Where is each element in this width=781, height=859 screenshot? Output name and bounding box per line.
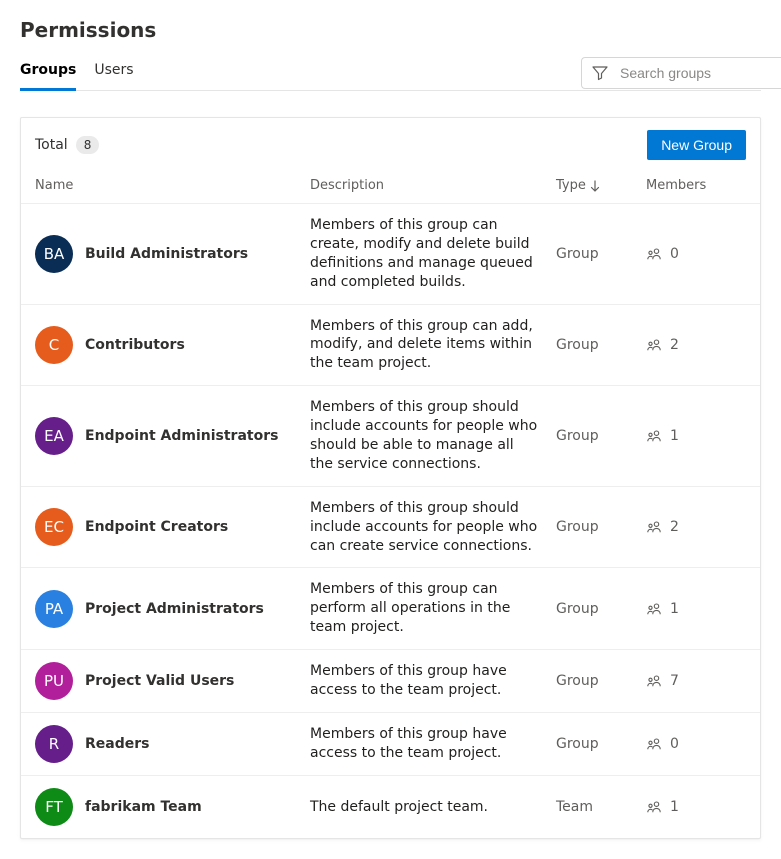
members-count: 1 [670,799,679,815]
tabs: Groups Users [20,56,134,90]
groups-panel: Total 8 New Group Name Description Type … [20,117,761,839]
sort-desc-icon [590,180,600,192]
name-cell: EC Endpoint Creators [35,508,300,546]
tab-users[interactable]: Users [94,56,133,91]
column-description[interactable]: Description [310,178,546,193]
avatar: BA [35,235,73,273]
tab-groups[interactable]: Groups [20,56,76,91]
group-name: Build Administrators [85,246,248,262]
group-name: Endpoint Creators [85,519,228,535]
group-type: Team [556,799,636,815]
column-members[interactable]: Members [646,178,746,193]
name-cell: FT fabrikam Team [35,788,300,826]
table-row[interactable]: PU Project Valid Users Members of this gro… [21,649,760,712]
group-type: Group [556,428,636,444]
new-group-button[interactable]: New Group [647,130,746,160]
group-description: Members of this group have access to the… [310,725,546,763]
members-count: 1 [670,428,679,444]
name-cell: C Contributors [35,326,300,364]
members-icon [646,601,662,617]
members-count: 2 [670,519,679,535]
members-icon [646,736,662,752]
members-count: 7 [670,673,679,689]
group-name: Readers [85,736,149,752]
group-members: 1 [646,799,746,815]
group-description: Members of this group should include acc… [310,398,546,474]
group-description: Members of this group should include acc… [310,499,546,556]
column-type-label: Type [556,178,586,193]
group-members: 1 [646,428,746,444]
total-label-wrap: Total 8 [35,136,99,154]
avatar: C [35,326,73,364]
table-header: Name Description Type Members [21,172,760,203]
group-type: Group [556,246,636,262]
members-icon [646,337,662,353]
members-icon [646,428,662,444]
avatar: R [35,725,73,763]
avatar: PA [35,590,73,628]
group-type: Group [556,736,636,752]
group-type: Group [556,519,636,535]
name-cell: R Readers [35,725,300,763]
column-name[interactable]: Name [35,178,300,193]
members-icon [646,519,662,535]
table-row[interactable]: BA Build Administrators Members of this gr… [21,203,760,304]
members-count: 1 [670,601,679,617]
name-cell: BA Build Administrators [35,235,300,273]
page-title: Permissions [20,18,761,42]
search-input[interactable] [618,64,771,82]
group-description: Members of this group can create, modify… [310,216,546,292]
avatar: FT [35,788,73,826]
group-members: 1 [646,601,746,617]
total-label: Total [35,137,68,153]
group-type: Group [556,601,636,617]
group-type: Group [556,337,636,353]
group-description: The default project team. [310,798,546,817]
members-icon [646,799,662,815]
group-name: Project Valid Users [85,673,234,689]
search-box[interactable] [581,57,781,89]
members-count: 0 [670,246,679,262]
table-row[interactable]: C Contributors Members of this group can a… [21,304,760,386]
name-cell: EA Endpoint Administrators [35,417,300,455]
avatar: EC [35,508,73,546]
group-description: Members of this group can add, modify, a… [310,317,546,374]
column-type[interactable]: Type [556,178,636,193]
avatar: EA [35,417,73,455]
members-count: 0 [670,736,679,752]
table-row[interactable]: R Readers Members of this group have acces… [21,712,760,775]
table-row[interactable]: PA Project Administrators Members of this … [21,567,760,649]
group-members: 7 [646,673,746,689]
name-cell: PU Project Valid Users [35,662,300,700]
members-icon [646,673,662,689]
members-count: 2 [670,337,679,353]
name-cell: PA Project Administrators [35,590,300,628]
group-members: 0 [646,246,746,262]
group-description: Members of this group have access to the… [310,662,546,700]
group-members: 0 [646,736,746,752]
group-name: fabrikam Team [85,799,202,815]
avatar: PU [35,662,73,700]
group-members: 2 [646,337,746,353]
table-row[interactable]: FT fabrikam Team The default project team.… [21,775,760,838]
group-members: 2 [646,519,746,535]
table-row[interactable]: EA Endpoint Administrators Members of this… [21,385,760,486]
group-description: Members of this group can perform all op… [310,580,546,637]
total-count: 8 [76,136,100,154]
group-type: Group [556,673,636,689]
group-name: Contributors [85,337,185,353]
filter-icon [592,65,608,81]
members-icon [646,246,662,262]
table-row[interactable]: EC Endpoint Creators Members of this group… [21,486,760,568]
group-name: Project Administrators [85,601,264,617]
group-name: Endpoint Administrators [85,428,278,444]
